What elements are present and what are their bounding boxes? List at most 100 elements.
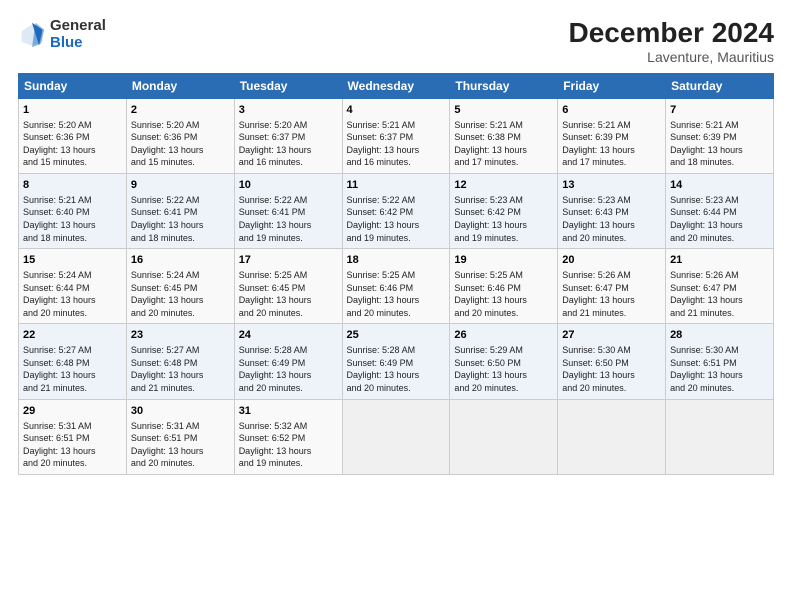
table-row: 10Sunrise: 5:22 AM Sunset: 6:41 PM Dayli…	[234, 174, 342, 249]
logo: General Blue	[18, 18, 106, 51]
day-number: 10	[239, 178, 338, 193]
day-number: 21	[670, 253, 769, 268]
calendar-week-5: 29Sunrise: 5:31 AM Sunset: 6:51 PM Dayli…	[19, 399, 774, 474]
calendar-week-2: 8Sunrise: 5:21 AM Sunset: 6:40 PM Daylig…	[19, 174, 774, 249]
day-info: Sunrise: 5:30 AM Sunset: 6:50 PM Dayligh…	[562, 344, 661, 394]
table-row: 29Sunrise: 5:31 AM Sunset: 6:51 PM Dayli…	[19, 399, 127, 474]
logo-blue: Blue	[50, 35, 106, 52]
day-info: Sunrise: 5:29 AM Sunset: 6:50 PM Dayligh…	[454, 344, 553, 394]
table-row: 13Sunrise: 5:23 AM Sunset: 6:43 PM Dayli…	[558, 174, 666, 249]
day-number: 16	[131, 253, 230, 268]
table-row: 8Sunrise: 5:21 AM Sunset: 6:40 PM Daylig…	[19, 174, 127, 249]
table-row: 7Sunrise: 5:21 AM Sunset: 6:39 PM Daylig…	[666, 98, 774, 173]
table-row: 27Sunrise: 5:30 AM Sunset: 6:50 PM Dayli…	[558, 324, 666, 399]
day-number: 1	[23, 103, 122, 118]
col-thursday: Thursday	[450, 73, 558, 98]
day-number: 15	[23, 253, 122, 268]
table-row: 23Sunrise: 5:27 AM Sunset: 6:48 PM Dayli…	[126, 324, 234, 399]
calendar-week-4: 22 Sunrise: 5:27 AM Sunset: 6:48 PM Dayli…	[19, 324, 774, 399]
day-number: 13	[562, 178, 661, 193]
table-row: 28Sunrise: 5:30 AM Sunset: 6:51 PM Dayli…	[666, 324, 774, 399]
day-number: 30	[131, 404, 230, 419]
day-info: Sunrise: 5:21 AM Sunset: 6:40 PM Dayligh…	[23, 194, 122, 244]
day-number: 20	[562, 253, 661, 268]
table-row: 1Sunrise: 5:20 AM Sunset: 6:36 PM Daylig…	[19, 98, 127, 173]
day-info: Sunrise: 5:21 AM Sunset: 6:39 PM Dayligh…	[670, 119, 769, 169]
table-row: 31Sunrise: 5:32 AM Sunset: 6:52 PM Dayli…	[234, 399, 342, 474]
table-row: 16Sunrise: 5:24 AM Sunset: 6:45 PM Dayli…	[126, 249, 234, 324]
day-info: Sunrise: 5:25 AM Sunset: 6:46 PM Dayligh…	[454, 269, 553, 319]
day-info: Sunrise: 5:27 AM Sunset: 6:48 PM Dayligh…	[131, 344, 230, 394]
day-info: Sunrise: 5:22 AM Sunset: 6:42 PM Dayligh…	[347, 194, 446, 244]
day-info: Sunrise: 5:31 AM Sunset: 6:51 PM Dayligh…	[23, 420, 122, 470]
day-info: Sunrise: 5:20 AM Sunset: 6:36 PM Dayligh…	[131, 119, 230, 169]
title-block: December 2024 Laventure, Mauritius	[569, 18, 774, 65]
day-info: Sunrise: 5:21 AM Sunset: 6:38 PM Dayligh…	[454, 119, 553, 169]
day-info: Sunrise: 5:26 AM Sunset: 6:47 PM Dayligh…	[670, 269, 769, 319]
day-number: 14	[670, 178, 769, 193]
day-info: Sunrise: 5:21 AM Sunset: 6:39 PM Dayligh…	[562, 119, 661, 169]
day-number: 27	[562, 328, 661, 343]
page: General Blue December 2024 Laventure, Ma…	[0, 0, 792, 612]
day-info: Sunrise: 5:28 AM Sunset: 6:49 PM Dayligh…	[347, 344, 446, 394]
col-saturday: Saturday	[666, 73, 774, 98]
day-number: 11	[347, 178, 446, 193]
table-row: 19Sunrise: 5:25 AM Sunset: 6:46 PM Dayli…	[450, 249, 558, 324]
day-info: Sunrise: 5:20 AM Sunset: 6:37 PM Dayligh…	[239, 119, 338, 169]
main-title: December 2024	[569, 18, 774, 49]
day-info: Sunrise: 5:25 AM Sunset: 6:46 PM Dayligh…	[347, 269, 446, 319]
calendar-header-row: Sunday Monday Tuesday Wednesday Thursday…	[19, 73, 774, 98]
day-number: 3	[239, 103, 338, 118]
table-row	[342, 399, 450, 474]
table-row: 6Sunrise: 5:21 AM Sunset: 6:39 PM Daylig…	[558, 98, 666, 173]
table-row: 21Sunrise: 5:26 AM Sunset: 6:47 PM Dayli…	[666, 249, 774, 324]
logo-icon	[18, 21, 46, 49]
col-tuesday: Tuesday	[234, 73, 342, 98]
table-row: 30Sunrise: 5:31 AM Sunset: 6:51 PM Dayli…	[126, 399, 234, 474]
day-info: Sunrise: 5:24 AM Sunset: 6:44 PM Dayligh…	[23, 269, 122, 319]
day-info: Sunrise: 5:23 AM Sunset: 6:43 PM Dayligh…	[562, 194, 661, 244]
calendar-week-1: 1Sunrise: 5:20 AM Sunset: 6:36 PM Daylig…	[19, 98, 774, 173]
day-number: 25	[347, 328, 446, 343]
table-row: 11Sunrise: 5:22 AM Sunset: 6:42 PM Dayli…	[342, 174, 450, 249]
table-row: 15Sunrise: 5:24 AM Sunset: 6:44 PM Dayli…	[19, 249, 127, 324]
table-row: 12Sunrise: 5:23 AM Sunset: 6:42 PM Dayli…	[450, 174, 558, 249]
table-row: 24Sunrise: 5:28 AM Sunset: 6:49 PM Dayli…	[234, 324, 342, 399]
table-row: 3Sunrise: 5:20 AM Sunset: 6:37 PM Daylig…	[234, 98, 342, 173]
col-sunday: Sunday	[19, 73, 127, 98]
day-number: 5	[454, 103, 553, 118]
day-number: 18	[347, 253, 446, 268]
table-row	[666, 399, 774, 474]
day-number: 22	[23, 328, 122, 343]
table-row	[558, 399, 666, 474]
day-info: Sunrise: 5:24 AM Sunset: 6:45 PM Dayligh…	[131, 269, 230, 319]
table-row: 17Sunrise: 5:25 AM Sunset: 6:45 PM Dayli…	[234, 249, 342, 324]
day-info: Sunrise: 5:26 AM Sunset: 6:47 PM Dayligh…	[562, 269, 661, 319]
table-row: 22Sunrise: 5:27 AM Sunset: 6:48 PM Dayli…	[19, 324, 127, 399]
day-number: 19	[454, 253, 553, 268]
header: General Blue December 2024 Laventure, Ma…	[18, 18, 774, 65]
col-friday: Friday	[558, 73, 666, 98]
subtitle: Laventure, Mauritius	[569, 49, 774, 65]
day-number: 29	[23, 404, 122, 419]
day-number: 12	[454, 178, 553, 193]
day-number: 23	[131, 328, 230, 343]
day-info: Sunrise: 5:30 AM Sunset: 6:51 PM Dayligh…	[670, 344, 769, 394]
col-monday: Monday	[126, 73, 234, 98]
table-row: 2Sunrise: 5:20 AM Sunset: 6:36 PM Daylig…	[126, 98, 234, 173]
logo-text: General Blue	[50, 18, 106, 51]
day-info: Sunrise: 5:20 AM Sunset: 6:36 PM Dayligh…	[23, 119, 122, 169]
day-number: 7	[670, 103, 769, 118]
calendar: Sunday Monday Tuesday Wednesday Thursday…	[18, 73, 774, 475]
day-info: Sunrise: 5:22 AM Sunset: 6:41 PM Dayligh…	[131, 194, 230, 244]
col-wednesday: Wednesday	[342, 73, 450, 98]
calendar-week-3: 15Sunrise: 5:24 AM Sunset: 6:44 PM Dayli…	[19, 249, 774, 324]
table-row: 14Sunrise: 5:23 AM Sunset: 6:44 PM Dayli…	[666, 174, 774, 249]
day-info: Sunrise: 5:21 AM Sunset: 6:37 PM Dayligh…	[347, 119, 446, 169]
table-row: 26Sunrise: 5:29 AM Sunset: 6:50 PM Dayli…	[450, 324, 558, 399]
day-info: Sunrise: 5:23 AM Sunset: 6:44 PM Dayligh…	[670, 194, 769, 244]
table-row	[450, 399, 558, 474]
day-number: 26	[454, 328, 553, 343]
day-number: 28	[670, 328, 769, 343]
table-row: 25Sunrise: 5:28 AM Sunset: 6:49 PM Dayli…	[342, 324, 450, 399]
